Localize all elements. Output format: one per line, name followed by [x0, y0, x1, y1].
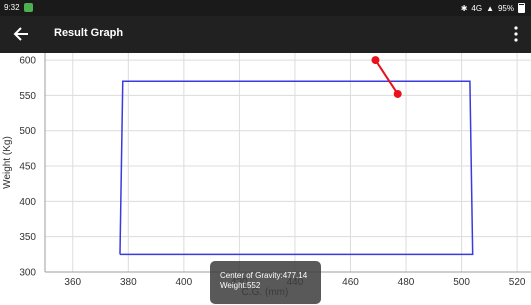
result-chart[interactable]: 3603804004204404604805005203003504004505… [0, 53, 531, 304]
y-tick-label: 500 [19, 126, 36, 137]
envelope-line [119, 80, 474, 256]
signal-icon: ▲ [486, 3, 494, 13]
tooltip-weight: Weight:552 [220, 281, 261, 290]
notification-app-icon [24, 3, 33, 12]
x-tick-label: 400 [176, 277, 193, 288]
y-tick-label: 400 [19, 197, 36, 208]
tooltip-cg: Center of Gravity:477.14 [220, 271, 308, 280]
y-tick-label: 300 [19, 268, 36, 279]
x-tick-label: 460 [342, 277, 359, 288]
y-axis-title: Weight (Kg) [2, 136, 13, 189]
bluetooth-icon: ✱ [460, 3, 468, 13]
cg-point [371, 56, 380, 65]
x-tick-label: 480 [398, 277, 415, 288]
x-tick-label: 360 [64, 277, 81, 288]
page-title: Result Graph [54, 27, 124, 39]
app-bar: Result Graph [0, 16, 531, 53]
battery-icon [518, 3, 525, 13]
back-arrow-icon[interactable] [12, 24, 32, 44]
y-tick-label: 600 [19, 56, 36, 67]
overflow-menu-icon[interactable] [513, 25, 519, 43]
x-tick-label: 380 [120, 277, 137, 288]
cg-line [374, 59, 399, 95]
cg-point [393, 89, 402, 98]
y-tick-label: 450 [19, 162, 36, 173]
status-bar: 9:32 ✱ 4G ▲ 95% [0, 0, 531, 16]
battery-level: 95% [497, 3, 514, 13]
x-tick-label: 500 [453, 277, 470, 288]
x-tick-label: 520 [509, 277, 526, 288]
y-tick-label: 350 [19, 232, 36, 243]
network-type: 4G [471, 3, 483, 13]
chart-tooltip: Center of Gravity:477.14 Weight:552 [210, 261, 321, 304]
status-time: 9:32 [4, 3, 20, 12]
y-tick-label: 550 [19, 91, 36, 102]
